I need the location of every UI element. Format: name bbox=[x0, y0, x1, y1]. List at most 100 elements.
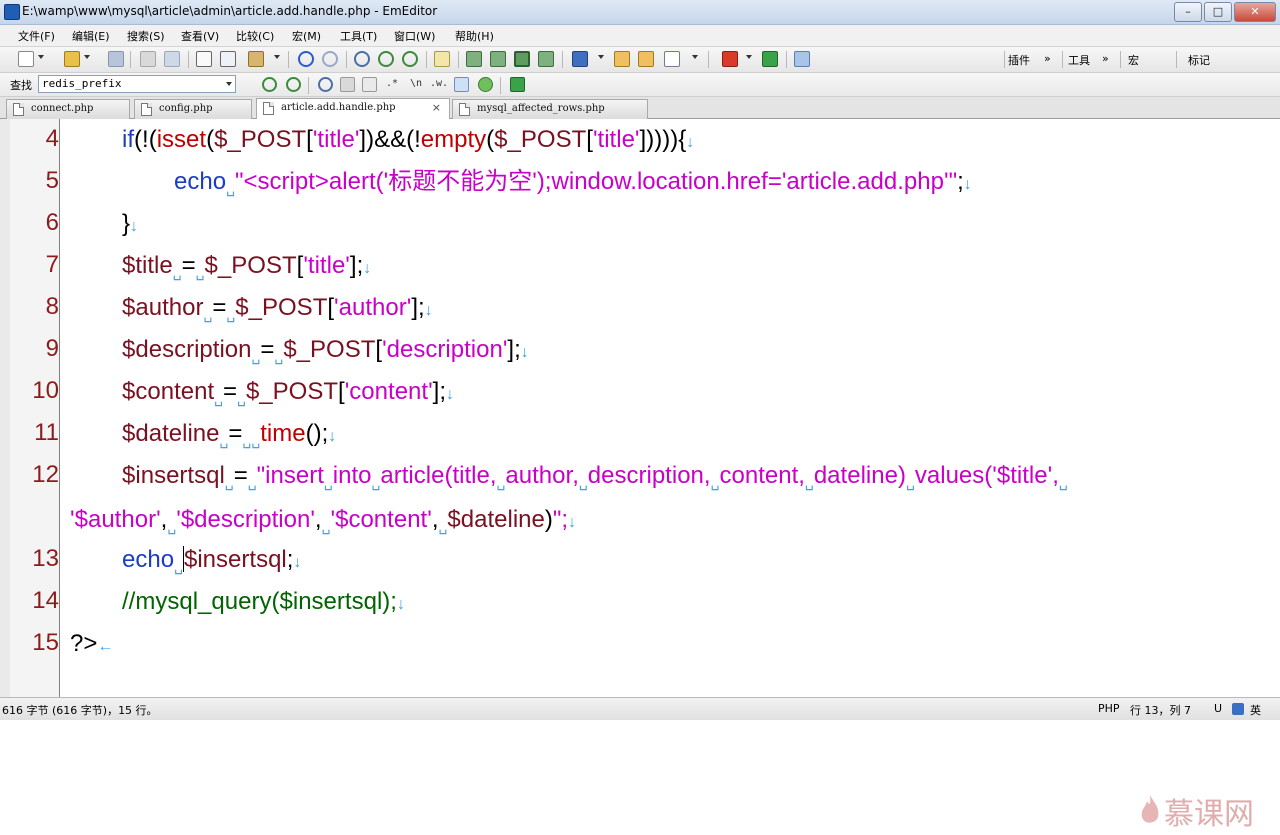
menu-file[interactable]: 文件(F) bbox=[18, 28, 55, 44]
toolbar-separator bbox=[1176, 51, 1177, 68]
macro-toolbar-label[interactable]: 宏 bbox=[1128, 52, 1139, 68]
close-window-button[interactable]: ✕ bbox=[1234, 2, 1276, 22]
menu-view[interactable]: 查看(V) bbox=[181, 28, 219, 44]
view-icon-2[interactable] bbox=[490, 51, 506, 67]
newline-marker: ↓ bbox=[686, 134, 695, 151]
highlight-icon[interactable] bbox=[478, 77, 493, 92]
new-dropdown-icon[interactable] bbox=[38, 55, 44, 59]
run-macro-icon[interactable] bbox=[762, 51, 778, 67]
tab-label: config.php bbox=[159, 103, 213, 114]
match-case-icon[interactable] bbox=[362, 77, 377, 92]
tab-connect-php[interactable]: connect.php bbox=[6, 99, 130, 119]
paste-icon[interactable] bbox=[248, 51, 264, 67]
maximize-button[interactable]: □ bbox=[1204, 2, 1232, 22]
emeditor-app-icon[interactable] bbox=[4, 4, 20, 20]
code-line: $content␣=␣$_POST['content'];↓ bbox=[122, 378, 455, 406]
line-number: 10 bbox=[32, 377, 59, 404]
find-previous-icon[interactable] bbox=[286, 77, 301, 92]
line-number: 5 bbox=[45, 167, 59, 194]
menu-edit[interactable]: 编辑(E) bbox=[72, 28, 110, 44]
settings-icon[interactable] bbox=[614, 51, 630, 67]
status-bar: 616 字节 (616 字节)，15 行。 PHP 行 13，列 7 U 英 bbox=[0, 697, 1280, 720]
menu-search[interactable]: 搜索(S) bbox=[127, 28, 165, 44]
find-next-icon[interactable] bbox=[378, 51, 394, 67]
minimize-button[interactable]: – bbox=[1174, 2, 1202, 22]
browser-icon[interactable] bbox=[572, 51, 588, 67]
toolbar-separator bbox=[1062, 51, 1063, 68]
newline-marker: ↓ bbox=[568, 514, 577, 531]
imooc-watermark: 慕课网 bbox=[1136, 785, 1276, 835]
view-icon-1[interactable] bbox=[466, 51, 482, 67]
find-icon[interactable] bbox=[354, 51, 370, 67]
undo-icon[interactable] bbox=[298, 51, 314, 67]
line-number: 4 bbox=[45, 125, 59, 152]
php-file-icon bbox=[459, 103, 470, 116]
toolbar-separator bbox=[426, 51, 427, 68]
find-in-files-icon[interactable] bbox=[340, 77, 355, 92]
open-dropdown-icon[interactable] bbox=[84, 55, 90, 59]
line-number-gutter: 4 5 6 7 8 9 10 11 12 13 14 15 bbox=[0, 119, 60, 697]
toolbar-separator bbox=[188, 51, 189, 68]
open-folder-icon[interactable] bbox=[64, 51, 80, 67]
menu-tools[interactable]: 工具(T) bbox=[340, 28, 377, 44]
plugins-chevron[interactable]: » bbox=[1044, 52, 1051, 65]
php-file-icon bbox=[13, 103, 24, 116]
stop-macro-icon[interactable] bbox=[722, 51, 738, 67]
incremental-search-toggle[interactable] bbox=[454, 77, 469, 92]
view-icon-3[interactable] bbox=[538, 51, 554, 67]
search-icon[interactable] bbox=[318, 77, 333, 92]
toolbar-separator bbox=[288, 51, 289, 68]
code-editor[interactable]: 4 5 6 7 8 9 10 11 12 13 14 15 if(!(isset… bbox=[0, 119, 1280, 832]
find-previous-icon[interactable] bbox=[402, 51, 418, 67]
chevron-down-icon bbox=[226, 82, 232, 86]
code-line: $author␣=␣$_POST['author'];↓ bbox=[122, 294, 433, 322]
tab-mysql-affected-rows-php[interactable]: mysql_affected_rows.php bbox=[452, 99, 648, 119]
plugins-toolbar-label[interactable]: 插件 bbox=[1008, 52, 1030, 68]
replace-icon[interactable] bbox=[434, 51, 450, 67]
print-preview-icon[interactable] bbox=[164, 51, 180, 67]
find-history-dropdown[interactable] bbox=[223, 76, 235, 92]
properties-dropdown-icon[interactable] bbox=[692, 55, 698, 59]
customize-icon[interactable] bbox=[638, 51, 654, 67]
find-bar-arrow-icon[interactable] bbox=[510, 77, 525, 92]
tools-chevron[interactable]: » bbox=[1102, 52, 1109, 65]
encoding-indicator[interactable]: U bbox=[1214, 702, 1222, 715]
menu-help[interactable]: 帮助(H) bbox=[455, 28, 494, 44]
macro-dropdown-icon[interactable] bbox=[746, 55, 752, 59]
cursor-position[interactable]: 行 13，列 7 bbox=[1130, 702, 1191, 718]
window-title: E:\wamp\www\mysql\article\admin\article.… bbox=[22, 4, 438, 18]
word-wrap-toggle-icon[interactable] bbox=[514, 51, 530, 67]
tools-toolbar-label[interactable]: 工具 bbox=[1068, 52, 1090, 68]
browser-dropdown-icon[interactable] bbox=[598, 55, 604, 59]
print-icon[interactable] bbox=[140, 51, 156, 67]
whole-word-toggle[interactable]: .w. bbox=[430, 78, 448, 89]
line-number: 6 bbox=[45, 209, 59, 236]
properties-icon[interactable] bbox=[664, 51, 680, 67]
toolbar-separator bbox=[130, 51, 131, 68]
menu-window[interactable]: 窗口(W) bbox=[394, 28, 435, 44]
save-icon[interactable] bbox=[108, 51, 124, 67]
newline-marker: ↓ bbox=[424, 302, 433, 319]
ime-mode[interactable]: 英 bbox=[1250, 702, 1261, 718]
language-mode[interactable]: PHP bbox=[1098, 702, 1120, 715]
copy-icon[interactable] bbox=[220, 51, 236, 67]
newline-toggle[interactable]: \n bbox=[410, 78, 422, 89]
menu-compare[interactable]: 比较(C) bbox=[236, 28, 274, 44]
marker-toolbar-label[interactable]: 标记 bbox=[1188, 52, 1210, 68]
close-tab-icon[interactable]: × bbox=[432, 99, 441, 117]
redo-icon[interactable] bbox=[322, 51, 338, 67]
cut-icon[interactable] bbox=[196, 51, 212, 67]
menu-macro[interactable]: 宏(M) bbox=[292, 28, 321, 44]
line-number: 12 bbox=[32, 461, 59, 488]
find-next-icon[interactable] bbox=[262, 77, 277, 92]
newline-marker: ↓ bbox=[446, 386, 455, 403]
find-input[interactable]: redis_prefix bbox=[38, 75, 236, 93]
paste-dropdown-icon[interactable] bbox=[274, 55, 280, 59]
tab-config-php[interactable]: config.php bbox=[134, 99, 252, 119]
ime-icon[interactable] bbox=[1232, 703, 1244, 715]
tool-icon[interactable] bbox=[794, 51, 810, 67]
new-file-icon[interactable] bbox=[18, 51, 34, 67]
toolbar-separator bbox=[708, 51, 709, 68]
regex-toggle[interactable]: .* bbox=[386, 78, 398, 89]
tab-article-add-handle-php[interactable]: article.add.handle.php × bbox=[256, 98, 450, 120]
